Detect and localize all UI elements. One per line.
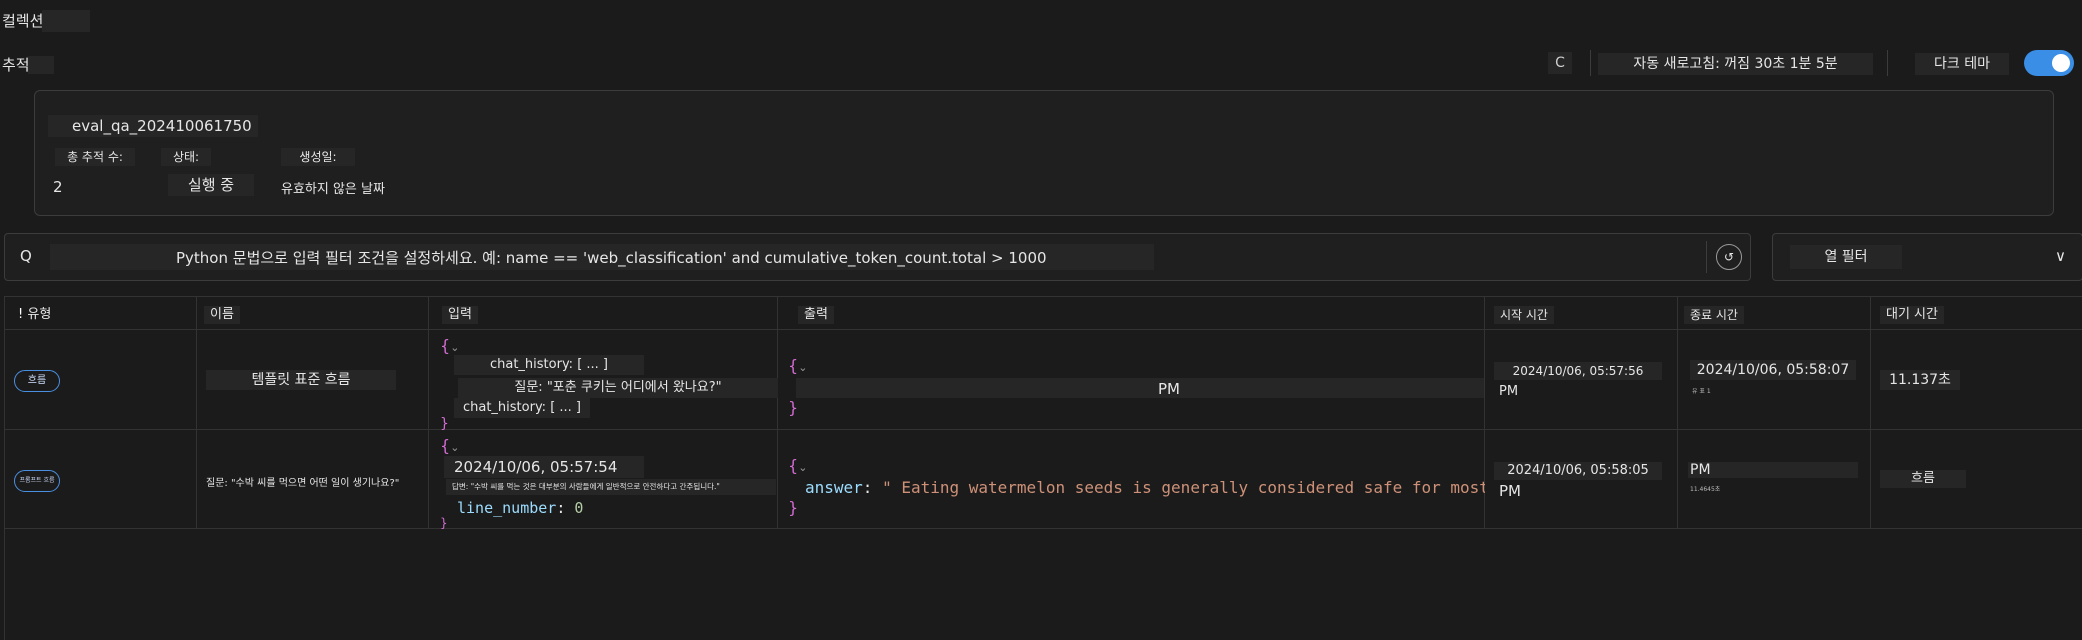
start-time: 2024/10/06, 05:57:56 <box>1494 362 1662 380</box>
end-time: PM <box>1688 462 1858 478</box>
end-time-note: 유 표 1 <box>1692 388 1711 395</box>
header-type[interactable]: ! 유형 <box>12 306 57 324</box>
row-divider <box>4 429 2082 430</box>
divider <box>1590 50 1591 76</box>
json-block: {⌄ <box>440 436 459 455</box>
latency: 11.137초 <box>1880 370 1960 390</box>
toggle-knob <box>2052 54 2070 72</box>
input-line: chat_history: [ ... ] <box>454 355 644 375</box>
brace-close: } <box>788 398 799 417</box>
chevron-down-icon[interactable]: ⌄ <box>450 341 459 354</box>
header-latency[interactable]: 대기 시간 <box>1880 306 1944 324</box>
status-label: 상태: <box>161 148 211 166</box>
col-divider <box>196 296 197 528</box>
output-text: PM <box>1158 380 1180 398</box>
end-time-note: 11.4645초 <box>1690 486 1721 493</box>
trace-count-value: 2 <box>53 178 63 196</box>
col-divider <box>777 296 778 528</box>
header-start-time[interactable]: 시작 시간 <box>1494 306 1554 324</box>
brace-close: } <box>440 516 448 530</box>
row-name[interactable]: 질문: "수박 씨를 먹으면 어떤 일이 생기나요?" <box>206 474 426 489</box>
brace-close: } <box>440 416 449 432</box>
table-border <box>4 296 2082 297</box>
created-label: 생성일: <box>281 148 355 166</box>
brace-open: { <box>440 336 451 355</box>
type-badge[interactable]: 프롬프트 흐름 <box>14 470 60 492</box>
row-divider <box>4 528 2082 529</box>
search-icon[interactable]: Q <box>20 247 32 265</box>
brace-close: } <box>788 498 799 517</box>
divider <box>1706 241 1707 273</box>
breadcrumb-traces[interactable]: 추적 <box>2 54 30 75</box>
start-time-suffix: PM <box>1499 482 1521 500</box>
trace-count-label: 총 추적 수: <box>55 148 135 166</box>
status-badge: 실행 중 <box>168 174 254 196</box>
auto-refresh-selector[interactable]: 자동 새로고침: 꺼짐 30초 1분 5분 <box>1598 53 1873 75</box>
header-divider <box>4 329 2082 330</box>
input-line: 질문: "포춘 쿠키는 어디에서 왔나요?" <box>458 378 778 398</box>
chevron-down-icon[interactable]: ⌄ <box>798 461 807 474</box>
brace-open: { <box>440 436 451 455</box>
brace-open: { <box>788 356 799 375</box>
input-date: 2024/10/06, 05:57:54 <box>444 456 644 478</box>
input-answer: 답변: "수박 씨를 먹는 것은 대부분의 사람들에게 일반적으로 안전하다고 … <box>446 479 776 495</box>
input-line-number: line_number: 0 <box>457 499 584 517</box>
header-input[interactable]: 입력 <box>442 306 478 324</box>
divider <box>1887 50 1888 76</box>
col-divider <box>1870 296 1871 528</box>
input-line: chat_history: [ ... ] <box>454 398 590 418</box>
header-end-time[interactable]: 종료 시간 <box>1684 306 1744 324</box>
run-name: eval_qa_202410061750 <box>48 115 258 137</box>
latency: 흐름 <box>1880 470 1966 488</box>
brace-open: {⌄ <box>788 456 808 475</box>
json-block: {⌄ <box>440 336 459 355</box>
json-block: {⌄ <box>788 356 807 375</box>
refresh-icon[interactable]: ↺ <box>1716 244 1742 270</box>
chevron-down-icon[interactable]: ⌄ <box>798 361 807 374</box>
col-divider <box>1677 296 1678 528</box>
dark-mode-label: 다크 테마 <box>1915 53 2009 75</box>
dark-mode-toggle[interactable] <box>2024 50 2074 76</box>
chevron-down-icon[interactable]: ⌄ <box>450 441 459 454</box>
output-answer: answer: " Eating watermelon seeds is gen… <box>805 478 1485 497</box>
start-time-suffix: PM <box>1499 384 1519 399</box>
title-highlight <box>42 10 90 32</box>
header-output[interactable]: 출력 <box>798 306 834 324</box>
output-preview-bar <box>796 378 1484 398</box>
page-title: 컬렉션 <box>2 12 44 30</box>
type-badge[interactable]: 흐름 <box>14 370 60 392</box>
refresh-button[interactable]: C <box>1548 52 1572 74</box>
col-divider <box>428 296 429 528</box>
created-value: 유효하지 않은 날짜 <box>281 182 385 197</box>
end-time: 2024/10/06, 05:58:07 <box>1690 360 1856 380</box>
subnav-highlight <box>28 56 54 74</box>
start-time: 2024/10/06, 05:58:05 <box>1494 462 1662 480</box>
row-name[interactable]: 템플릿 표준 흐름 <box>206 370 396 390</box>
header-name[interactable]: 이름 <box>204 306 240 324</box>
chevron-down-icon[interactable]: ∨ <box>2055 247 2066 265</box>
search-input[interactable]: Python 문법으로 입력 필터 조건을 설정하세요. 예: name == … <box>176 247 1047 268</box>
column-filter-label: 열 필터 <box>1790 245 1902 269</box>
